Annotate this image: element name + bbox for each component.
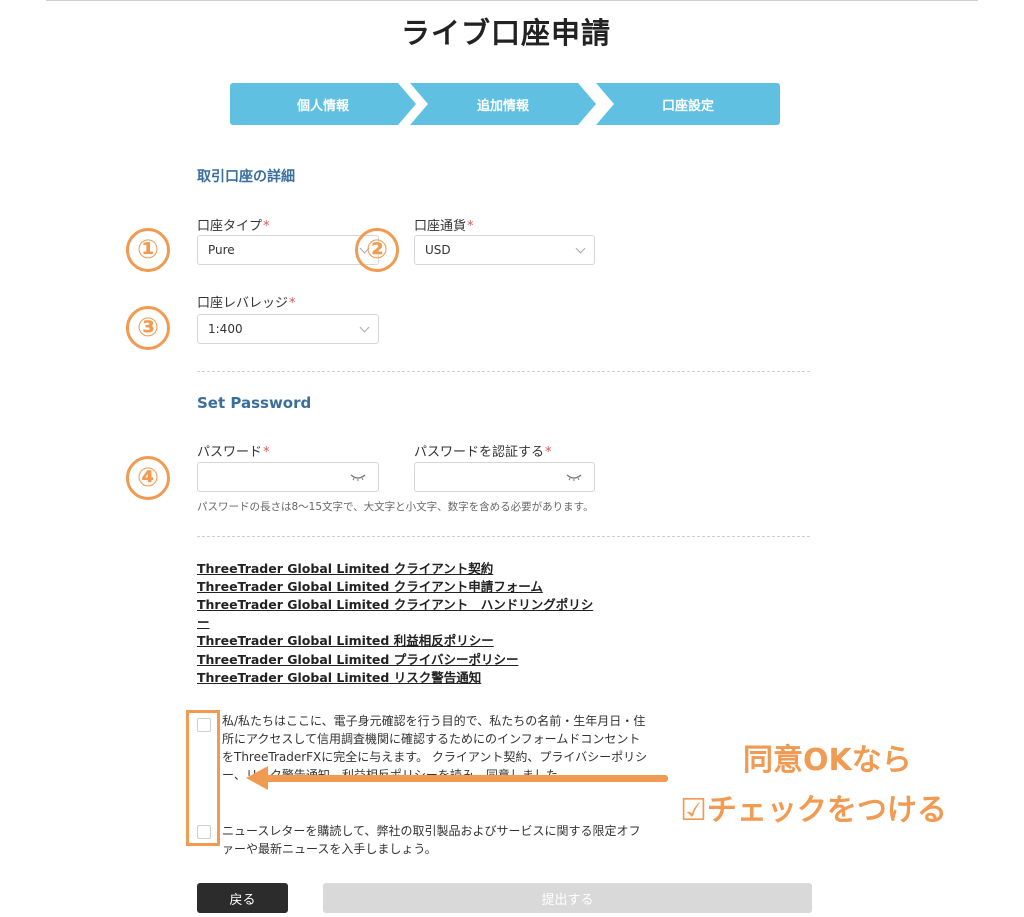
account-type-select[interactable]: Pure <box>197 235 379 265</box>
chevron-down-icon <box>575 243 586 254</box>
annotation-badge-1: ① <box>126 228 170 272</box>
link-client-handling-policy-cont[interactable]: ー <box>197 612 210 631</box>
link-risk-warning[interactable]: ThreeTrader Global Limited リスク警告通知 <box>197 667 481 686</box>
link-conflict-of-interest[interactable]: ThreeTrader Global Limited 利益相反ポリシー <box>197 630 494 649</box>
currency-label: 口座通貨* <box>414 219 474 234</box>
confirm-password-input[interactable] <box>414 462 595 492</box>
eye-closed-icon[interactable] <box>566 472 582 482</box>
password-hint: パスワードの長さは8〜15文字で、大文字と小文字、数字を含める必要があります。 <box>197 501 594 513</box>
password-input[interactable] <box>197 462 379 492</box>
progress-steps: 個人情報 追加情報 口座設定 <box>230 83 780 125</box>
currency-value: USD <box>425 243 451 257</box>
link-client-agreement[interactable]: ThreeTrader Global Limited クライアント契約 <box>197 558 493 577</box>
eye-closed-icon[interactable] <box>350 472 366 482</box>
leverage-value: 1:400 <box>208 322 243 336</box>
top-divider <box>46 0 978 1</box>
newsletter-consent-text: ニュースレターを購読して、弊社の取引製品およびサービスに関する限定オファーや最新… <box>222 824 641 856</box>
leverage-select[interactable]: 1:400 <box>197 314 379 344</box>
annotation-text-check: ☑チェックをつける <box>680 793 947 828</box>
back-button[interactable]: 戻る <box>197 883 288 913</box>
submit-button[interactable]: 提出する <box>323 883 812 913</box>
annotation-badge-4: ④ <box>126 456 170 500</box>
leverage-label: 口座レバレッジ* <box>197 296 296 311</box>
annotation-text-agree: 同意OKなら <box>743 743 912 778</box>
checkbox-highlight-box <box>186 710 220 846</box>
currency-select[interactable]: USD <box>414 235 595 265</box>
arrow-left-icon <box>246 766 268 790</box>
annotation-arrow <box>262 775 668 782</box>
set-password-heading: Set Password <box>197 394 312 412</box>
step-additional-info: 追加情報 <box>410 83 596 125</box>
step-personal-info: 個人情報 <box>230 83 416 125</box>
link-client-application-form[interactable]: ThreeTrader Global Limited クライアント申請フォーム <box>197 576 543 595</box>
link-privacy-policy[interactable]: ThreeTrader Global Limited プライバシーポリシー <box>197 649 518 668</box>
page-title: ライブ口座申請 <box>400 16 611 50</box>
section-divider <box>197 536 810 537</box>
account-type-label: 口座タイプ* <box>197 219 270 234</box>
annotation-badge-3: ③ <box>126 306 170 350</box>
account-details-heading: 取引口座の詳細 <box>197 169 295 185</box>
annotation-badge-2: ② <box>355 228 399 272</box>
link-client-handling-policy[interactable]: ThreeTrader Global Limited クライアント ハンドリング… <box>197 594 593 613</box>
section-divider <box>197 371 810 372</box>
confirm-password-label: パスワードを認証する* <box>414 445 552 460</box>
password-label: パスワード* <box>197 445 270 460</box>
chevron-down-icon <box>359 322 370 333</box>
step-account-settings: 口座設定 <box>596 83 780 125</box>
account-type-value: Pure <box>208 243 235 257</box>
terms-consent-text: 私/私たちはここに、電子身元確認を行う目的で、私たちの名前・生年月日・住所にアク… <box>222 714 648 782</box>
